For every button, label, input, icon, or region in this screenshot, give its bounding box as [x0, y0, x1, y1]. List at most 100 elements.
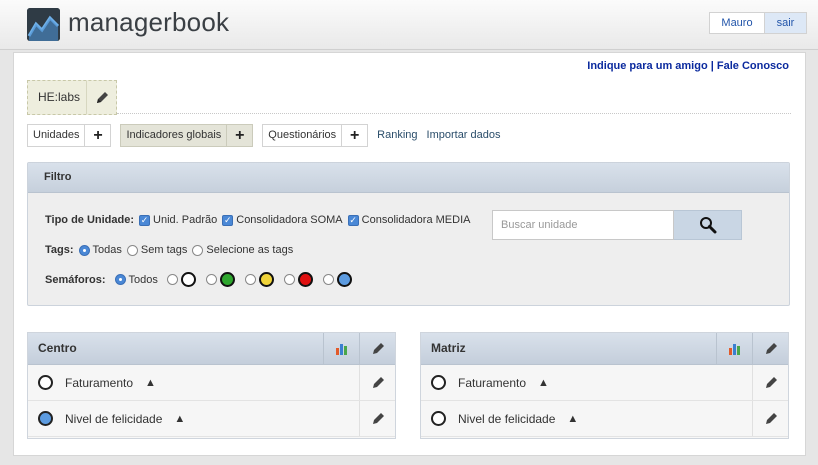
arrow-up-icon: ▲	[174, 412, 186, 425]
pencil-icon[interactable]	[752, 365, 788, 400]
checkbox-checked-icon[interactable]: ✓	[222, 214, 234, 226]
tab-label[interactable]: Questionários	[263, 125, 341, 146]
pencil-icon[interactable]	[359, 333, 395, 364]
invite-link[interactable]: Indique para um amigo	[587, 60, 707, 72]
search-button[interactable]	[674, 210, 742, 240]
pencil-icon[interactable]	[359, 401, 395, 436]
company-name[interactable]: HE:labs	[28, 81, 86, 114]
semaforos-row: Semáforos: Todos	[45, 272, 362, 287]
arrow-up-icon: ▲	[567, 412, 579, 425]
semaforo-option[interactable]	[322, 272, 357, 287]
status-blue-icon	[336, 272, 352, 287]
brand-name[interactable]: managerbook	[68, 7, 229, 38]
arrow-up-icon: ▲	[538, 376, 549, 389]
panel-title[interactable]: Matriz	[421, 333, 716, 364]
add-unidade-button[interactable]: +	[84, 125, 110, 146]
logout-button[interactable]: sair	[764, 13, 806, 33]
company-tab[interactable]: HE:labs	[27, 80, 117, 115]
tags-option[interactable]: Todas	[78, 244, 122, 256]
ranking-link[interactable]: Ranking	[377, 124, 417, 147]
indicator-name[interactable]: Nivel de felicidade	[65, 412, 162, 426]
status-green-icon	[219, 272, 235, 287]
panel-header: Centro	[28, 333, 395, 365]
radio-icon[interactable]	[192, 244, 204, 256]
tags-row: Tags: Todas Sem tags Selecione as tags	[45, 244, 298, 256]
radio-icon[interactable]	[166, 274, 178, 285]
tags-option[interactable]: Selecione as tags	[192, 244, 293, 256]
unit-type-option[interactable]: ✓ Consolidadora MEDIA	[347, 214, 470, 226]
status-icon	[38, 411, 53, 426]
import-data-link[interactable]: Importar dados	[427, 124, 501, 147]
option-label: Todos	[128, 273, 158, 286]
indicator-item[interactable]: Faturamento ▲	[421, 365, 752, 400]
semaforo-option[interactable]	[244, 272, 279, 287]
option-label: Sem tags	[140, 244, 188, 256]
add-questionario-button[interactable]: +	[341, 125, 367, 146]
unit-type-option[interactable]: ✓ Unid. Padrão	[139, 214, 217, 226]
tags-label: Tags:	[45, 244, 74, 256]
semaforo-option[interactable]	[166, 272, 201, 287]
status-red-icon	[297, 272, 313, 287]
tab-indicadores-globais[interactable]: Indicadores globais +	[120, 124, 254, 147]
radio-icon[interactable]	[283, 274, 295, 285]
list-item: Faturamento ▲	[421, 365, 788, 401]
tab-label[interactable]: Indicadores globais	[121, 125, 226, 146]
filter-panel: Filtro Tipo de Unidade: ✓ Unid. Padrão ✓ C…	[27, 162, 790, 306]
radio-selected-icon[interactable]	[114, 274, 126, 285]
radio-icon[interactable]	[322, 274, 334, 285]
indicator-item[interactable]: Nivel de felicidade ▲	[421, 401, 752, 436]
status-icon	[431, 375, 446, 390]
semaforos-label: Semáforos:	[45, 273, 106, 286]
page-content: Indique para um amigo | Fale Conosco HE:…	[13, 52, 806, 456]
search-icon	[699, 217, 716, 234]
tab-label[interactable]: Unidades	[28, 125, 84, 146]
semaforo-option[interactable]	[283, 272, 318, 287]
semaforo-option-all[interactable]: Todos	[114, 273, 158, 286]
filter-title: Filtro	[28, 163, 789, 193]
indicator-name[interactable]: Faturamento	[65, 376, 133, 390]
bar-chart-icon[interactable]	[716, 333, 752, 364]
divider	[117, 113, 791, 114]
radio-selected-icon[interactable]	[78, 244, 90, 256]
semaforo-option[interactable]	[205, 272, 240, 287]
arrow-up-icon: ▲	[145, 376, 156, 389]
user-link[interactable]: Mauro	[710, 13, 764, 33]
indicator-name[interactable]: Nivel de felicidade	[458, 412, 555, 426]
option-label: Selecione as tags	[206, 244, 294, 256]
list-item: Faturamento ▲	[28, 365, 395, 401]
nav-tabs: Unidades + Indicadores globais + Questio…	[27, 124, 510, 147]
logo-icon[interactable]	[27, 8, 60, 41]
panel-header: Matriz	[421, 333, 788, 365]
top-bar: managerbook Mauro sair	[0, 0, 818, 50]
indicator-item[interactable]: Nivel de felicidade ▲	[28, 401, 359, 436]
unit-type-option[interactable]: ✓ Consolidadora SOMA	[222, 214, 343, 226]
indicator-name[interactable]: Faturamento	[458, 376, 526, 390]
radio-icon[interactable]	[244, 274, 256, 285]
contact-link[interactable]: Fale Conosco	[717, 60, 789, 72]
pencil-icon[interactable]	[752, 401, 788, 436]
user-box: Mauro sair	[709, 12, 807, 34]
add-indicador-button[interactable]: +	[226, 125, 252, 146]
tab-questionarios[interactable]: Questionários +	[262, 124, 369, 147]
pencil-icon[interactable]	[86, 81, 116, 114]
unit-type-row: Tipo de Unidade: ✓ Unid. Padrão ✓ Consolid…	[45, 214, 475, 226]
bar-chart-icon[interactable]	[323, 333, 359, 364]
pencil-icon[interactable]	[359, 365, 395, 400]
checkbox-checked-icon[interactable]: ✓	[139, 214, 151, 226]
indicator-item[interactable]: Faturamento ▲	[28, 365, 359, 400]
status-icon	[431, 411, 446, 426]
top-links: Indique para um amigo | Fale Conosco	[587, 60, 789, 72]
tab-unidades[interactable]: Unidades +	[27, 124, 112, 147]
radio-icon[interactable]	[205, 274, 217, 285]
pencil-icon[interactable]	[752, 333, 788, 364]
link-separator: |	[710, 60, 714, 72]
radio-icon[interactable]	[126, 244, 138, 256]
list-item: Nivel de felicidade ▲	[421, 401, 788, 437]
tags-option[interactable]: Sem tags	[126, 244, 188, 256]
unit-type-label: Tipo de Unidade:	[45, 214, 135, 226]
checkbox-checked-icon[interactable]: ✓	[347, 214, 359, 226]
status-yellow-icon	[258, 272, 274, 287]
search-input[interactable]: Buscar unidade	[492, 210, 674, 240]
search-unit: Buscar unidade	[492, 210, 742, 240]
panel-title[interactable]: Centro	[28, 333, 323, 364]
